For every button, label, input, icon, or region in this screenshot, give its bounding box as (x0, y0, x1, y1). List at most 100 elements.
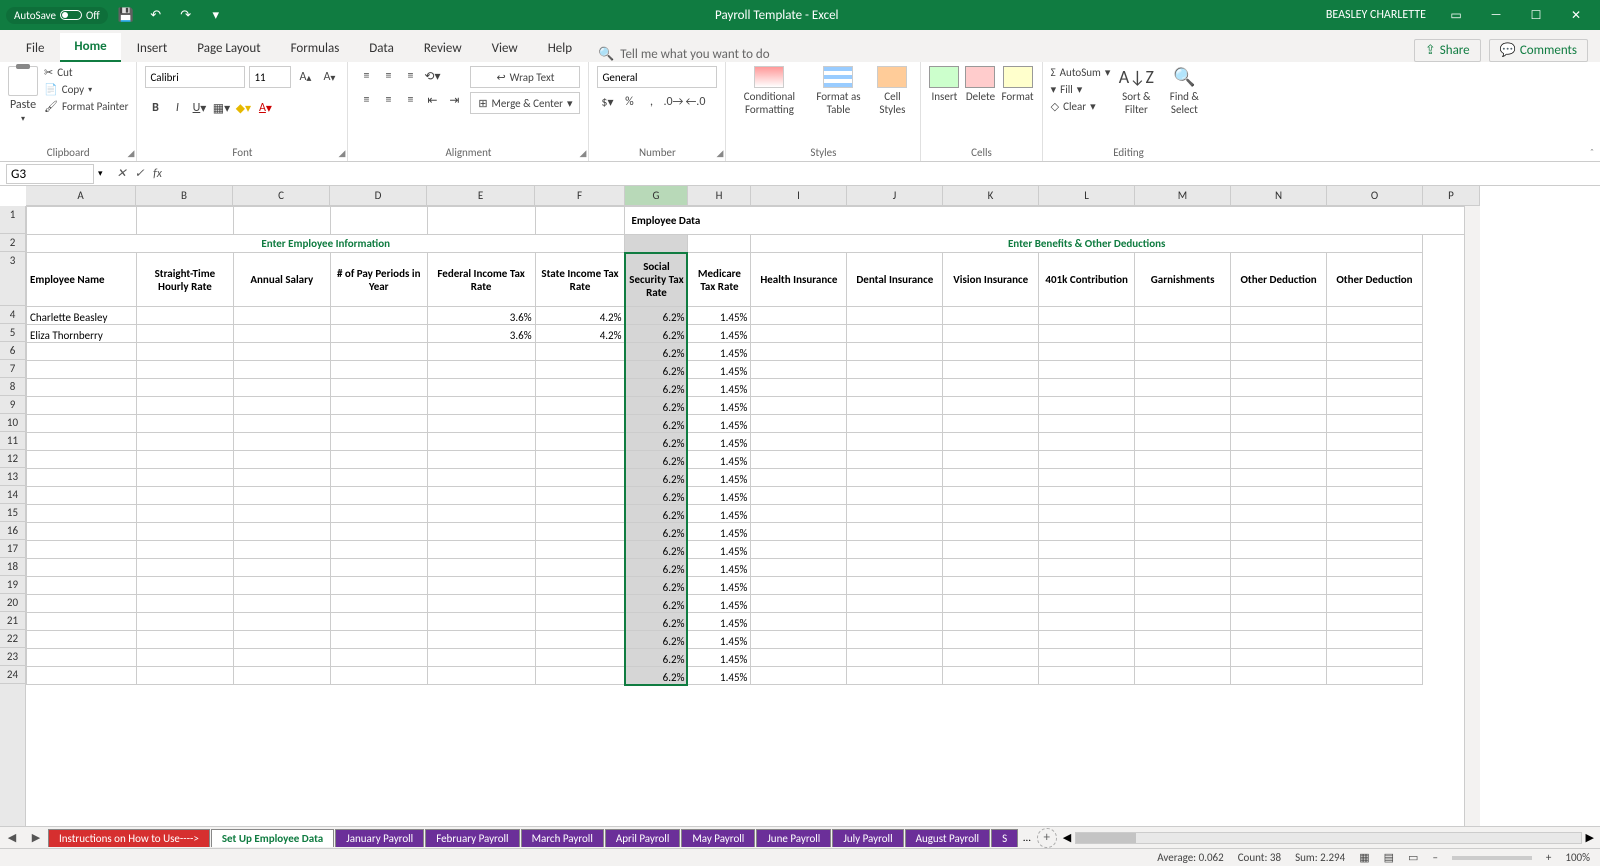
cell[interactable] (943, 541, 1039, 559)
row-header-20[interactable]: 20 (0, 594, 25, 612)
cell[interactable] (847, 559, 943, 577)
cell[interactable]: 4.2% (535, 325, 625, 343)
col-header-K[interactable]: K (943, 186, 1039, 205)
cell[interactable]: Eliza Thornberry (27, 325, 137, 343)
cell[interactable] (751, 325, 847, 343)
cell[interactable] (943, 559, 1039, 577)
increase-indent-icon[interactable]: ⇥ (444, 90, 464, 110)
cell[interactable] (330, 505, 427, 523)
col-header-G[interactable]: G (625, 186, 688, 205)
cell[interactable] (1039, 397, 1135, 415)
cell[interactable] (751, 613, 847, 631)
cell[interactable] (427, 487, 535, 505)
cell[interactable]: 1.45% (688, 667, 751, 685)
align-middle-icon[interactable]: ≡ (378, 66, 398, 86)
cancel-formula-icon[interactable]: ✕ (113, 166, 131, 181)
header-H[interactable]: Medicare Tax Rate (688, 253, 751, 307)
cell[interactable] (330, 631, 427, 649)
undo-icon[interactable]: ↶ (144, 3, 168, 27)
sort-filter-button[interactable]: A↓ZSort & Filter (1116, 66, 1156, 145)
cell[interactable]: 6.2% (625, 523, 688, 541)
comments-button[interactable]: 💬Comments (1489, 39, 1588, 62)
cell[interactable]: 1.45% (688, 433, 751, 451)
cell[interactable] (1231, 451, 1327, 469)
cell[interactable] (1039, 667, 1135, 685)
cell[interactable] (1231, 415, 1327, 433)
cell[interactable] (1231, 613, 1327, 631)
cell[interactable] (1231, 595, 1327, 613)
cell[interactable] (943, 379, 1039, 397)
save-icon[interactable]: 💾 (114, 3, 138, 27)
cell[interactable] (136, 559, 233, 577)
cell[interactable] (1135, 667, 1231, 685)
cell[interactable] (136, 505, 233, 523)
cell[interactable] (535, 559, 625, 577)
cell[interactable]: 1.45% (688, 505, 751, 523)
cell[interactable] (943, 451, 1039, 469)
tab-nav-prev-icon[interactable]: ◀ (4, 831, 20, 844)
format-as-table-button[interactable]: Format as Table (810, 66, 866, 145)
cell[interactable] (1135, 505, 1231, 523)
cell[interactable] (330, 325, 427, 343)
cell[interactable]: 6.2% (625, 325, 688, 343)
cell[interactable] (1039, 325, 1135, 343)
cell[interactable] (136, 451, 233, 469)
cell[interactable] (751, 307, 847, 325)
cell[interactable] (847, 577, 943, 595)
cell[interactable] (27, 541, 137, 559)
sheet-tab[interactable]: February Payroll (425, 829, 519, 847)
cell[interactable] (233, 415, 330, 433)
cell[interactable]: 6.2% (625, 415, 688, 433)
cell[interactable] (136, 595, 233, 613)
cell[interactable] (535, 343, 625, 361)
increase-font-icon[interactable]: A▴ (295, 67, 315, 87)
cell[interactable] (330, 613, 427, 631)
row-header-19[interactable]: 19 (0, 576, 25, 594)
cell[interactable] (27, 415, 137, 433)
row-header-8[interactable]: 8 (0, 378, 25, 396)
cell[interactable] (136, 487, 233, 505)
cell[interactable]: 6.2% (625, 649, 688, 667)
cell[interactable] (427, 433, 535, 451)
row-header-11[interactable]: 11 (0, 432, 25, 450)
cell[interactable] (847, 451, 943, 469)
align-center-icon[interactable]: ≡ (378, 90, 398, 110)
minimize-icon[interactable]: — (1478, 0, 1514, 30)
row-header-15[interactable]: 15 (0, 504, 25, 522)
cell[interactable] (233, 505, 330, 523)
cell[interactable] (427, 577, 535, 595)
cell[interactable] (136, 415, 233, 433)
sheet-tab[interactable]: Set Up Employee Data (211, 829, 334, 847)
namebox-dropdown-icon[interactable]: ▾ (98, 168, 103, 179)
header-M[interactable]: Garnishments (1135, 253, 1231, 307)
cell[interactable] (1039, 613, 1135, 631)
cell[interactable]: 1.45% (688, 613, 751, 631)
cell[interactable] (1231, 307, 1327, 325)
cell[interactable] (535, 469, 625, 487)
cell[interactable] (233, 667, 330, 685)
cell[interactable] (330, 415, 427, 433)
cell[interactable] (427, 361, 535, 379)
grid[interactable]: Employee DataEnter Employee InformationE… (26, 206, 1480, 685)
cell[interactable] (27, 469, 137, 487)
cell[interactable] (1039, 487, 1135, 505)
cell[interactable] (233, 559, 330, 577)
col-header-I[interactable]: I (751, 186, 847, 205)
decrease-decimal-icon[interactable]: ←.0 (685, 92, 705, 112)
cell[interactable] (1039, 469, 1135, 487)
cell[interactable] (136, 613, 233, 631)
tab-data[interactable]: Data (355, 35, 408, 62)
cell[interactable] (427, 397, 535, 415)
cell[interactable] (136, 523, 233, 541)
cell[interactable] (535, 541, 625, 559)
cell[interactable] (943, 631, 1039, 649)
cell[interactable] (751, 469, 847, 487)
cell[interactable] (535, 613, 625, 631)
row-header-14[interactable]: 14 (0, 486, 25, 504)
cell[interactable] (427, 379, 535, 397)
cell[interactable] (943, 361, 1039, 379)
cell[interactable] (1135, 433, 1231, 451)
cell[interactable] (1327, 595, 1423, 613)
cell[interactable] (136, 631, 233, 649)
cell[interactable] (1039, 343, 1135, 361)
